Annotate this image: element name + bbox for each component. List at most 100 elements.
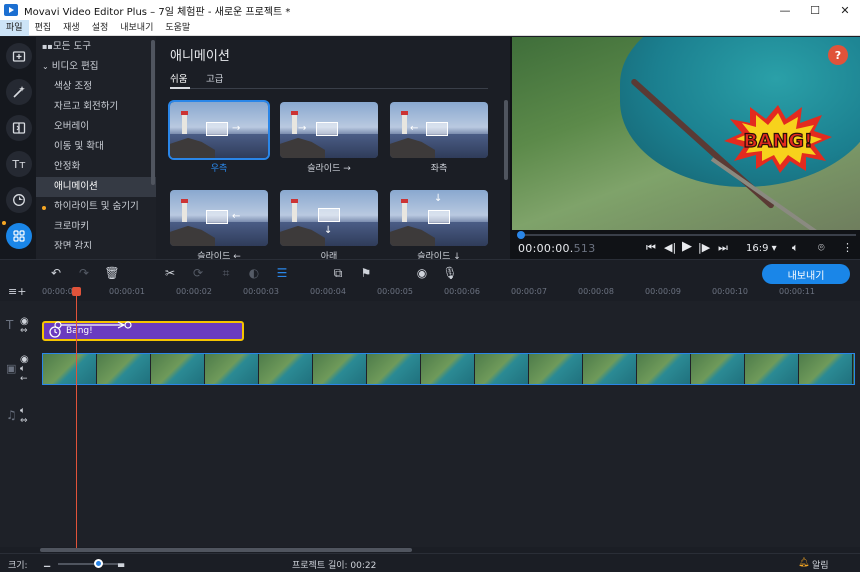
timeline-scrollbar[interactable] <box>40 548 412 552</box>
menu-settings[interactable]: 설정 <box>86 20 115 36</box>
volume-icon[interactable]: 🔈︎ <box>792 241 799 255</box>
tree-item-video-edit[interactable]: ⌄ 비디오 편집 <box>36 57 156 77</box>
delete-icon[interactable]: 🗑︎ <box>104 265 120 281</box>
project-length: 프로젝트 길이: 00:22 <box>292 561 377 571</box>
more-tools-icon <box>13 230 25 242</box>
menu-file[interactable]: 파일 <box>0 19 29 36</box>
tree-item-animation[interactable]: 애니메이션 <box>36 177 156 197</box>
animation-card-down[interactable]: ↓ <box>280 190 378 246</box>
color-adjust-icon[interactable]: ◐ <box>246 265 262 281</box>
menu-edit[interactable]: 편집 <box>29 20 58 36</box>
ruler-tick: 00:00:04 <box>310 287 346 296</box>
filters-button[interactable] <box>6 79 32 105</box>
undo-icon[interactable]: ↶ <box>48 265 64 281</box>
close-button[interactable]: ✕ <box>830 0 860 20</box>
grid-icon: ▪▪ <box>42 42 53 51</box>
stickers-icon <box>13 194 25 206</box>
library-tabs: 쉬움 고급 <box>170 71 488 89</box>
go-to-start-icon[interactable]: ⏮ <box>646 241 656 255</box>
notifications-label[interactable]: 알림 <box>812 558 829 571</box>
transitions-button[interactable] <box>6 115 32 141</box>
tree-item-pan-zoom[interactable]: 이동 및 확대 <box>36 137 156 157</box>
music-note-icon: ♫ <box>6 408 17 422</box>
titles-button[interactable]: Tт <box>6 151 32 177</box>
animation-label-slide-left: 슬라이드 ← <box>197 252 241 259</box>
ruler-tick: 00:00:07 <box>511 287 547 296</box>
import-button[interactable] <box>6 43 32 69</box>
zoom-out-icon[interactable]: ▁ <box>44 558 50 567</box>
ruler-tick: 00:00:05 <box>377 287 413 296</box>
next-frame-icon[interactable]: |▶︎ <box>698 241 710 254</box>
stickers-button[interactable] <box>6 187 32 213</box>
animation-card-slide-left[interactable]: ← <box>170 190 268 246</box>
library-title: 애니메이션 <box>170 49 230 64</box>
status-bar: 크기: ▁ ▃ 프로젝트 길이: 00:22 🔔︎ 알림 <box>0 553 860 572</box>
more-options-icon[interactable]: ⋮ <box>842 241 853 254</box>
preview-seekbar[interactable] <box>517 231 856 239</box>
tree-scrollbar[interactable] <box>151 40 155 185</box>
aspect-ratio-select[interactable]: 16:9 ▾ <box>746 243 777 254</box>
animation-card-left[interactable]: ← <box>390 102 488 158</box>
menu-playback[interactable]: 재생 <box>57 20 86 36</box>
tree-item-stabilize[interactable]: 안정화 <box>36 157 156 177</box>
cut-icon[interactable]: ✂ <box>162 265 178 281</box>
link-icon[interactable]: ⇔ <box>20 416 28 426</box>
zoom-in-icon[interactable]: ▃ <box>118 558 124 567</box>
zoom-knob[interactable] <box>94 559 103 568</box>
video-track-icon: ▣ <box>6 362 17 375</box>
tree-item-scene-detect[interactable]: 장면 감지 <box>36 237 156 249</box>
import-icon <box>12 51 26 62</box>
link-icon[interactable]: ⇔ <box>20 326 28 336</box>
go-to-end-icon[interactable]: ⏭ <box>718 241 728 255</box>
redo-icon[interactable]: ↷ <box>76 265 92 281</box>
zoom-slider[interactable] <box>58 559 124 568</box>
animation-card-slide-right[interactable]: → <box>280 102 378 158</box>
menu-export[interactable]: 내보내기 <box>114 20 159 36</box>
previous-frame-icon[interactable]: ◀︎| <box>664 241 676 254</box>
rotate-icon[interactable]: ⟳ <box>190 265 206 281</box>
clip-properties-icon[interactable]: ☰ <box>274 265 290 281</box>
menu-help[interactable]: 도움말 <box>159 20 196 36</box>
seek-knob[interactable] <box>517 231 525 239</box>
timeline-ruler[interactable]: ≡+ 00:00:00 00:00:01 00:00:02 00:00:03 0… <box>0 285 860 301</box>
title-clip[interactable]: Bang! <box>42 321 244 341</box>
bell-icon[interactable]: 🔔︎ <box>798 558 809 568</box>
maximize-button[interactable]: ☐ <box>800 0 830 20</box>
microphone-icon[interactable]: 🎙︎ <box>442 265 458 281</box>
animation-label-left: 좌측 <box>430 164 448 174</box>
play-icon[interactable]: ▶ <box>682 239 692 254</box>
ruler-tick: 00:00:08 <box>578 287 614 296</box>
animation-card-right[interactable]: → <box>168 100 270 160</box>
add-track-icon[interactable]: ≡+ <box>8 285 26 298</box>
bang-sticker: BANG! <box>724 105 832 173</box>
volume-icon[interactable]: 🔈︎ <box>20 364 25 374</box>
tab-advanced[interactable]: 고급 <box>206 71 223 89</box>
export-button[interactable]: 내보내기 <box>762 264 850 284</box>
crop-icon[interactable]: ⌗ <box>218 265 234 281</box>
tool-sidebar: Tт <box>0 37 36 259</box>
tree-item-color-adjust[interactable]: 색상 조정 <box>36 77 156 97</box>
menu-bar: 파일 편집 재생 설정 내보내기 도움말 <box>0 19 860 36</box>
snapshot-icon[interactable]: ⌾ <box>818 241 825 255</box>
tab-easy[interactable]: 쉬움 <box>170 71 190 89</box>
tree-item-crop-rotate[interactable]: 자르고 회전하기 <box>36 97 156 117</box>
detach-audio-icon[interactable]: ← <box>20 374 28 384</box>
video-clip[interactable] <box>42 353 855 385</box>
transitions-icon <box>12 122 26 134</box>
tree-item-highlight-conceal[interactable]: 하이라이트 및 숨기기 <box>36 197 156 217</box>
tree-item-overlay[interactable]: 오버레이 <box>36 117 156 137</box>
more-tools-button[interactable] <box>2 221 32 249</box>
tree-item-chroma-key[interactable]: 크로마키 <box>36 217 156 237</box>
minimize-button[interactable]: — <box>770 0 800 20</box>
tree-item-all-tools[interactable]: ▪▪ 모든 도구 <box>36 37 156 57</box>
ruler-tick: 00:00:11 <box>779 287 815 296</box>
library-scrollbar[interactable] <box>504 100 508 180</box>
playhead[interactable] <box>72 287 81 549</box>
animation-card-slide-down[interactable]: ↓ <box>390 190 488 246</box>
help-button[interactable]: ? <box>828 45 848 65</box>
overlay-icon[interactable]: ⧉ <box>330 265 346 281</box>
keyframe-path <box>54 321 132 329</box>
marker-icon[interactable]: ⚑ <box>358 265 374 281</box>
webcam-icon[interactable]: ◉ <box>414 265 430 281</box>
volume-icon[interactable]: 🔈︎ <box>20 406 25 416</box>
